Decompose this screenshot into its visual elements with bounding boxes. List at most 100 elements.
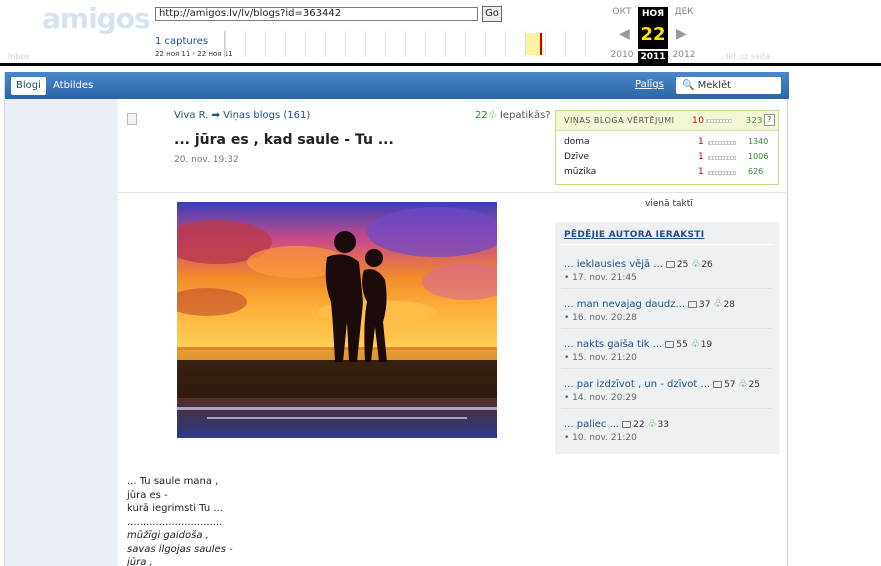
rating-left: 1: [698, 167, 704, 177]
poem-line: kurā iegrimsti Tu ...: [127, 503, 223, 514]
list-item: ... man nevajag daudz... 37 ♧28 • 16. nov.…: [561, 297, 774, 329]
sparkline-tick: [225, 31, 226, 57]
list-item: ... par izdzīvot , un - dzīvot ... 57 ♧25 …: [561, 377, 774, 409]
comment-icon: [622, 421, 632, 428]
poem-line: ..............................: [127, 516, 223, 528]
tab-blogi[interactable]: Blogi: [11, 77, 46, 95]
poem-line: ... Tu saule mana ,: [127, 476, 219, 487]
recent-post-date: 10. nov. 21:20: [572, 433, 637, 443]
post-body: ... Tu saule mana , jūra es - kurā iegri…: [127, 475, 233, 566]
list-item: ... ieklausies vējā ... 25 ♧26 • 17. nov. …: [561, 257, 774, 289]
thumb-up-icon: ♧: [713, 299, 723, 310]
post-date: 20. nov. 19:32: [174, 155, 239, 165]
search-icon: 🔍: [682, 80, 695, 91]
comment-count: 37: [699, 300, 711, 310]
rating-name[interactable]: doma: [564, 137, 590, 147]
thumb-up-icon: ♧: [691, 259, 701, 270]
comment-count: 55: [676, 340, 688, 350]
like-count: 26: [701, 260, 713, 270]
like-count: 33: [657, 420, 669, 430]
comment-count: 57: [724, 380, 736, 390]
rating-row: doma 1 1340: [564, 137, 774, 151]
like-count: 28: [723, 300, 735, 310]
blog-link[interactable]: Viņas blogs (161): [223, 110, 310, 121]
captures-link[interactable]: 1 captures: [155, 36, 208, 47]
rating-bar: [708, 156, 736, 160]
rating-name[interactable]: mūzika: [564, 167, 596, 177]
left-sidebar: [5, 99, 118, 566]
sunset-couple-image: [177, 202, 497, 438]
poem-line: savas ilgojas saules -: [127, 543, 233, 555]
rating-row: mūzika 1 626: [564, 167, 774, 181]
sparkline-tick: [245, 31, 246, 57]
sparkline-tick: [485, 31, 486, 57]
likes-count: 22: [475, 110, 488, 121]
year-current: 2011: [638, 51, 668, 63]
comment-count: 22: [633, 420, 645, 430]
prev-arrow-icon[interactable]: ◀: [619, 26, 630, 42]
post-author-line: Viva R. ➡ Viņas blogs (161): [174, 110, 310, 121]
year-prev[interactable]: 2010: [607, 50, 637, 60]
top-nav-bar: Blogi Atbildes Palīgs 🔍 Meklēt: [5, 72, 789, 99]
recent-post-link[interactable]: ... man nevajag daudz...: [564, 299, 685, 310]
rating-name[interactable]: Dzīve: [564, 152, 589, 162]
year-next[interactable]: 2012: [669, 50, 699, 60]
month-next[interactable]: ДЕК: [669, 7, 699, 17]
document-icon: [127, 113, 137, 125]
month-prev[interactable]: ОКТ: [607, 7, 637, 17]
sparkline-tick: [585, 31, 586, 57]
ratings-total-bar: [706, 119, 732, 123]
ratings-total-left: 10: [692, 116, 705, 126]
thumb-up-icon: ♧: [647, 419, 657, 430]
comment-icon: [713, 381, 723, 388]
sparkline-tick: [425, 31, 426, 57]
capture-sparkline[interactable]: [224, 31, 604, 57]
recent-post-link[interactable]: ... ieklausies vējā ...: [564, 259, 663, 270]
url-input[interactable]: http://amigos.lv/lv/blogs?id=363442: [155, 7, 478, 21]
help-icon[interactable]: ?: [764, 114, 775, 126]
sparkline-tick: [285, 31, 286, 57]
search-input[interactable]: 🔍 Meklēt: [676, 77, 781, 94]
sparkline-tick: [545, 31, 546, 57]
rating-right: 1006: [748, 152, 769, 161]
day-current: 22: [638, 21, 668, 49]
ratings-header: VIŅAS BLOGA VĒRTĒJUMI 10 323+ ?: [556, 111, 778, 131]
sparkline-tick: [385, 31, 386, 57]
recent-post-link[interactable]: ... paliec ...: [564, 419, 619, 430]
recent-post-link[interactable]: ... par izdzīvot , un - dzīvot ...: [564, 379, 710, 390]
comment-icon: [665, 261, 675, 268]
divider: [561, 244, 773, 245]
next-arrow-icon[interactable]: ▶: [676, 26, 687, 42]
comment-icon: [688, 301, 698, 308]
sparkline-tick: [405, 31, 406, 57]
poem-line: jūra es -: [127, 489, 168, 501]
like-count: 19: [700, 340, 713, 350]
comment-icon: [665, 341, 675, 348]
like-widget[interactable]: 22♧ Iepatikās?: [475, 110, 551, 121]
go-button[interactable]: Go: [482, 6, 502, 22]
divider: [561, 368, 771, 369]
tab-atbildes[interactable]: Atbildes: [48, 77, 98, 95]
post-title: ... jūra es , kad saule - Tu ...: [174, 132, 394, 148]
post-photo: [177, 202, 497, 438]
recent-post-link[interactable]: ... nakts gaiša tik ...: [564, 339, 662, 350]
rating-right: 1340: [748, 137, 769, 146]
list-item: ... nakts gaiša tik ... 55 ♧19 • 15. nov. …: [561, 337, 774, 369]
capture-range: 22 ноя 11 - 22 ноя 11: [155, 50, 233, 58]
thumb-up-icon: ♧: [690, 339, 700, 350]
likes-label: Iepatikās?: [499, 110, 551, 121]
search-placeholder: Meklēt: [697, 80, 732, 91]
sparkline-tick: [445, 31, 446, 57]
sparkline-tick: [305, 31, 306, 57]
arrow-right-icon: ➡: [211, 110, 220, 121]
blog-ratings-box: VIŅAS BLOGA VĒRTĒJUMI 10 323+ ? doma 1 1…: [555, 110, 779, 185]
sparkline-tick: [505, 31, 506, 57]
recent-posts-title[interactable]: PĒDĒJIE AUTORA IERAKSTI: [564, 230, 704, 240]
ratings-title: VIŅAS BLOGA VĒRTĒJUMI: [564, 116, 675, 125]
month-current: НОЯ: [638, 7, 668, 21]
author-link[interactable]: Viva R.: [174, 110, 208, 121]
recent-post-date: 14. nov. 20:29: [572, 393, 637, 403]
poem-line: jūra ,: [127, 557, 153, 566]
sparkline-tick: [345, 31, 346, 57]
help-link[interactable]: Palīgs: [635, 79, 664, 90]
